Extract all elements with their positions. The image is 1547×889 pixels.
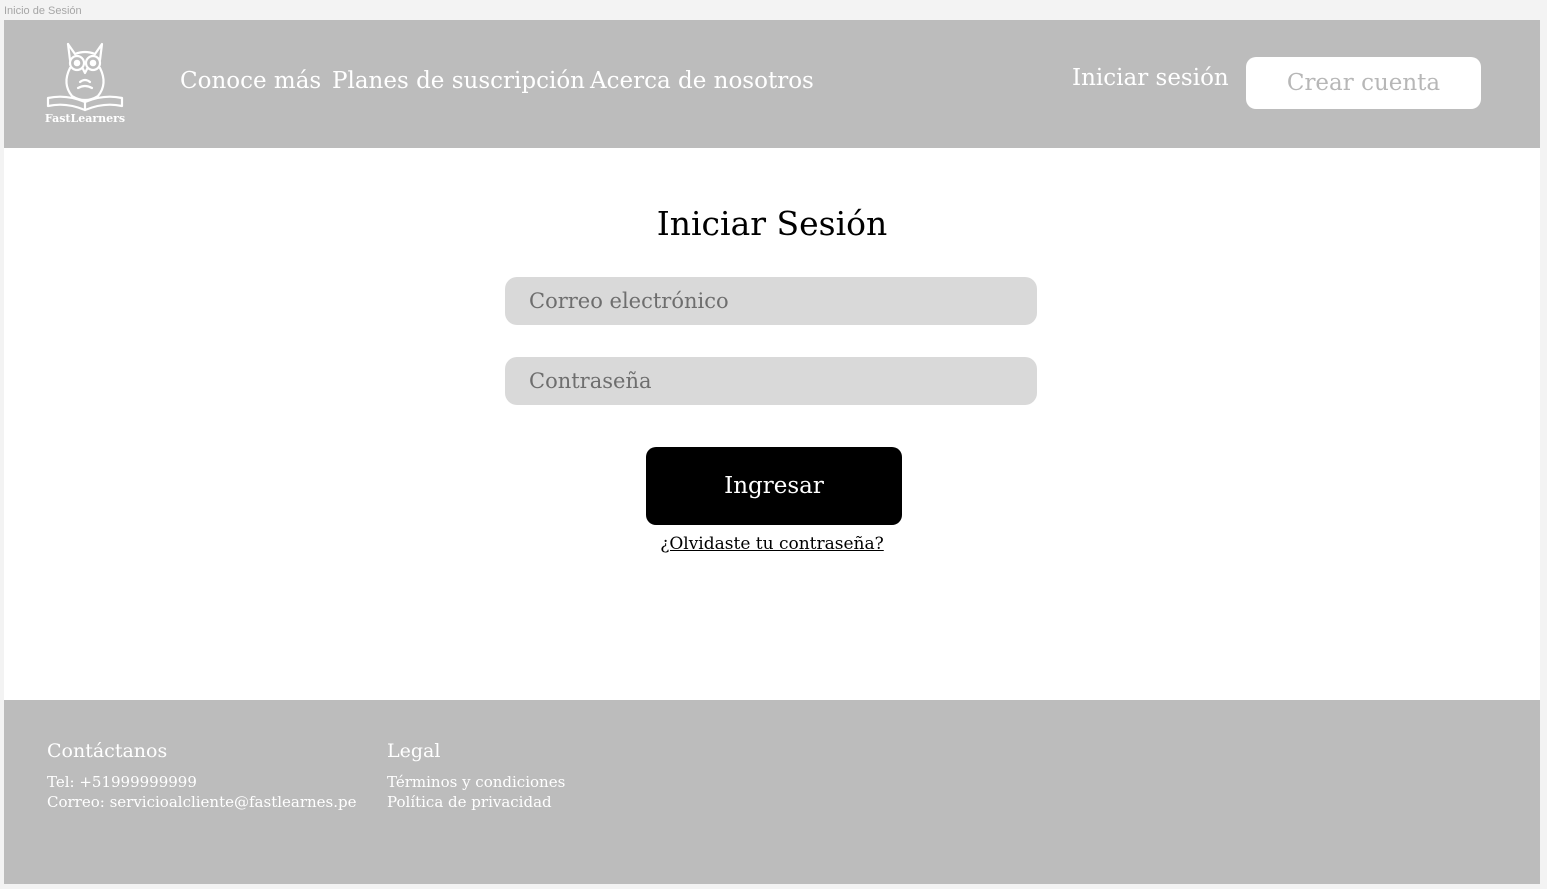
- contact-email: Correo: servicioalcliente@fastlearnes.pe: [47, 793, 357, 811]
- footer-legal: Legal Términos y condiciones Política de…: [387, 740, 565, 812]
- forgot-password-link[interactable]: ¿Olvidaste tu contraseña?: [660, 534, 884, 554]
- page-title: Iniciar Sesión: [656, 204, 888, 243]
- owl-book-icon: [46, 42, 124, 112]
- forgot-password-row: ¿Olvidaste tu contraseña?: [4, 534, 1540, 554]
- privacy-link[interactable]: Política de privacidad: [387, 792, 565, 812]
- signup-button[interactable]: Crear cuenta: [1246, 57, 1481, 109]
- footer-legal-heading: Legal: [387, 740, 441, 762]
- submit-login-button[interactable]: Ingresar: [646, 447, 902, 525]
- password-field[interactable]: [505, 357, 1037, 405]
- nav-planes-suscripcion[interactable]: Planes de suscripción: [332, 68, 585, 94]
- terms-link[interactable]: Términos y condiciones: [387, 772, 565, 792]
- nav-conoce-mas[interactable]: Conoce más: [180, 68, 321, 94]
- footer-contact: Contáctanos Tel: +51999999999 Correo: se…: [47, 740, 357, 812]
- page: FastLearners Conoce más Planes de suscri…: [4, 20, 1540, 884]
- frame-label: Inicio de Sesión: [4, 5, 82, 17]
- logo-text: FastLearners: [44, 112, 126, 125]
- site-header: FastLearners Conoce más Planes de suscri…: [4, 20, 1540, 148]
- footer-contact-heading: Contáctanos: [47, 740, 168, 762]
- logo[interactable]: FastLearners: [42, 38, 128, 130]
- nav-acerca-nosotros[interactable]: Acerca de nosotros: [590, 68, 814, 94]
- site-footer: Contáctanos Tel: +51999999999 Correo: se…: [4, 700, 1540, 884]
- email-field[interactable]: [505, 277, 1037, 325]
- contact-phone: Tel: +51999999999: [47, 773, 197, 791]
- header-login-link[interactable]: Iniciar sesión: [1072, 65, 1229, 91]
